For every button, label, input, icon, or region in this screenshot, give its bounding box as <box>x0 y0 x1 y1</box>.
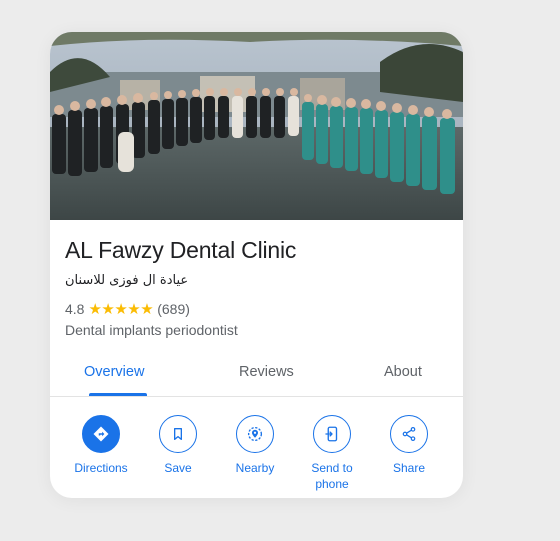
save-label: Save <box>164 461 192 475</box>
tab-overview[interactable]: Overview <box>84 364 144 380</box>
share-label: Share <box>392 461 426 475</box>
rating-row[interactable]: 4.8 ★★★★★ (689) <box>65 300 190 318</box>
nearby-label: Nearby <box>235 461 275 475</box>
share-button[interactable]: Share <box>374 415 444 476</box>
send-to-phone-icon <box>313 415 351 453</box>
active-tab-indicator <box>89 393 147 396</box>
place-category: Dental implants periodontist <box>65 322 238 338</box>
bookmark-icon <box>159 415 197 453</box>
send-to-phone-button[interactable]: Send to phone <box>297 415 367 492</box>
place-arabic-name: عيادة ال فوزى للاسنان <box>65 273 189 288</box>
directions-icon <box>82 415 120 453</box>
rating-value: 4.8 <box>65 301 85 317</box>
place-name: AL Fawzy Dental Clinic <box>65 237 297 263</box>
rating-stars: ★★★★★ <box>88 301 154 318</box>
tab-reviews[interactable]: Reviews <box>239 364 294 380</box>
directions-button[interactable]: Directions <box>66 415 136 476</box>
share-icon <box>390 415 428 453</box>
nearby-icon <box>236 415 274 453</box>
review-count[interactable]: (689) <box>157 301 190 317</box>
tab-about[interactable]: About <box>384 364 422 380</box>
directions-label: Directions <box>74 461 128 475</box>
clinic-photo[interactable] <box>50 32 463 220</box>
place-card: AL Fawzy Dental Clinic عيادة ال فوزى للا… <box>50 32 463 498</box>
save-button[interactable]: Save <box>143 415 213 476</box>
send-to-phone-label: Send to phone <box>311 461 353 491</box>
tab-bar: Overview Reviews About <box>50 356 463 397</box>
nearby-button[interactable]: Nearby <box>220 415 290 476</box>
